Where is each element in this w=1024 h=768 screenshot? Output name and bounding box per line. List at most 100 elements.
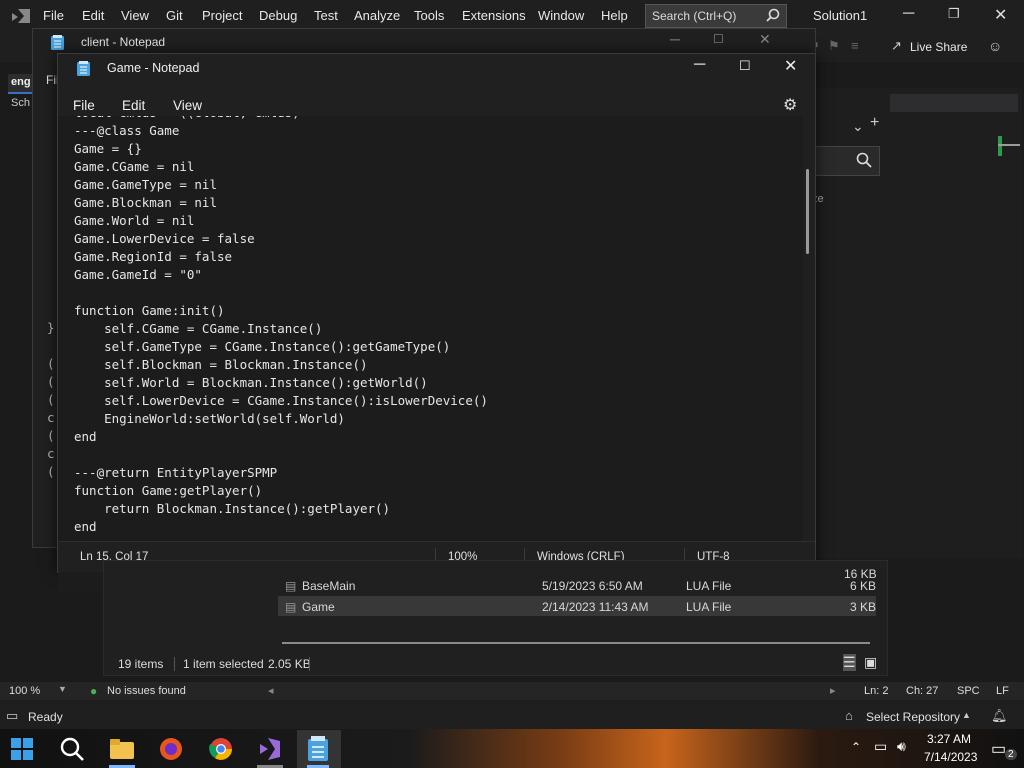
windows-taskbar <box>0 729 1024 768</box>
vs-menu-view[interactable]: View <box>121 8 149 23</box>
tiles-view-icon[interactable]: ▣ <box>864 654 877 671</box>
panel-search-icon[interactable] <box>856 152 872 168</box>
panel-divider <box>998 144 1020 146</box>
search-icon <box>766 8 780 22</box>
panel-header <box>890 94 1018 112</box>
client-close-icon[interactable]: ✕ <box>759 31 771 48</box>
vs-search-placeholder: Search (Ctrl+Q) <box>652 9 737 23</box>
file-type: LUA File <box>686 579 732 593</box>
visual-studio-icon[interactable] <box>257 736 283 762</box>
file-row[interactable]: ▤ BaseMain 5/19/2023 6:50 AM LUA File 6 … <box>104 575 887 595</box>
close-icon[interactable]: ✕ <box>784 56 797 76</box>
maximize-icon[interactable]: ☐ <box>739 58 751 74</box>
vs-close-icon[interactable]: ✕ <box>994 5 1007 25</box>
notepad-taskbar-icon[interactable] <box>307 736 333 762</box>
vs-doc-tab[interactable]: eng <box>8 74 35 94</box>
windows-start-icon[interactable] <box>10 737 36 763</box>
minimize-icon[interactable]: ─ <box>694 56 705 74</box>
vertical-scrollbar[interactable] <box>806 169 809 254</box>
solution-panel: ⌄ + ze <box>812 88 1022 558</box>
chrome-icon[interactable] <box>208 736 234 762</box>
vs-menu-tools[interactable]: Tools <box>414 8 444 23</box>
feedback-icon[interactable]: ☺ <box>988 38 1002 54</box>
file-explorer-icon[interactable] <box>109 737 135 763</box>
horizontal-scrollbar[interactable] <box>282 642 870 644</box>
zoom-dropdown-icon[interactable]: ▼ <box>58 684 67 694</box>
notification-center-icon[interactable]: ▭ <box>991 739 1006 759</box>
explorer-selected-count: 1 item selected <box>183 657 264 671</box>
status-separator <box>309 657 310 671</box>
file-row-selected[interactable]: ▤ Game 2/14/2023 11:43 AM LUA File 3 KB <box>278 596 876 616</box>
notification-bell-icon[interactable]: 🔔︎ <box>991 708 1008 724</box>
file-type: LUA File <box>686 600 732 614</box>
text-editor[interactable]: local Gmlds = ((Global, Gmlds) ---@class… <box>58 116 803 594</box>
vs-menu-extensions[interactable]: Extensions <box>462 8 526 23</box>
vs-menu-file[interactable]: File <box>43 8 64 23</box>
vs-zoom[interactable]: 100 % <box>9 685 40 697</box>
vs-menu-debug[interactable]: Debug <box>259 8 297 23</box>
vs-line-ending: LF <box>996 685 1009 697</box>
output-window-icon[interactable]: ▭ <box>6 708 18 724</box>
vs-menu-edit[interactable]: Edit <box>82 8 104 23</box>
search-icon[interactable] <box>59 736 85 762</box>
vs-spacing: SPC <box>957 685 980 697</box>
tray-chevron-up-icon[interactable]: ⌃ <box>851 740 861 754</box>
explorer-item-count: 19 items <box>118 657 164 671</box>
file-size: 3 KB <box>850 600 877 614</box>
clock-date[interactable]: 7/14/2023 <box>924 750 977 764</box>
menu-edit[interactable]: Edit <box>122 98 145 113</box>
file-date: 5/19/2023 6:50 AM <box>542 579 643 593</box>
editor-content: local Gmlds = ((Global, Gmlds) ---@class… <box>74 116 488 534</box>
chevron-up-icon[interactable]: ▲ <box>962 710 971 720</box>
vs-menu-test[interactable]: Test <box>314 8 338 23</box>
notepad-icon <box>77 61 90 76</box>
change-marker <box>998 136 1002 156</box>
game-notepad-window[interactable]: Game - Notepad ─ ☐ ✕ File Edit View ⚙ lo… <box>57 53 816 594</box>
file-name: Game <box>302 600 335 614</box>
vs-editor-status: 100 % ▼ ● No issues found ◂ ▸ Ln: 2 Ch: … <box>0 682 1024 700</box>
vs-column: Ch: 27 <box>906 685 939 697</box>
vs-menu-window[interactable]: Window <box>538 8 584 23</box>
vs-left-item: Sch <box>11 97 30 109</box>
client-maximize-icon[interactable]: ☐ <box>713 32 724 46</box>
vs-menu-project[interactable]: Project <box>202 8 242 23</box>
vs-issues-status[interactable]: No issues found <box>107 685 186 697</box>
vs-menu-help[interactable]: Help <box>601 8 628 23</box>
menu-file[interactable]: File <box>73 98 95 113</box>
vs-search-box[interactable]: Search (Ctrl+Q) <box>645 4 787 28</box>
chevron-down-icon[interactable]: ⌄ <box>852 118 864 135</box>
menu-view[interactable]: View <box>173 98 202 113</box>
clock-time[interactable]: 3:27 AM <box>927 732 971 746</box>
vs-minimize-icon[interactable]: ─ <box>903 5 914 23</box>
live-share-icon: ↗ <box>891 38 902 53</box>
vs-menu-git[interactable]: Git <box>166 8 183 23</box>
vs-statusbar: ▭ Ready ⌂ Select Repository ▲ 🔔︎ <box>0 705 1024 729</box>
volume-icon[interactable]: 🔊︎ <box>897 738 906 755</box>
file-date: 2/14/2023 11:43 AM <box>542 600 649 614</box>
vs-restore-icon[interactable]: ❐ <box>948 6 960 22</box>
file-icon: ▤ <box>285 600 297 614</box>
bookmark3-icon[interactable]: ⚑ <box>828 38 840 54</box>
live-share-button[interactable]: Live Share <box>910 40 967 54</box>
client-code-fragment: }(((c(c( <box>47 320 55 479</box>
file-explorer: 16 KB ▤ BaseMain 5/19/2023 6:50 AM LUA F… <box>103 560 888 676</box>
vs-menu-analyze[interactable]: Analyze <box>354 8 400 23</box>
client-minimize-icon[interactable]: ─ <box>670 31 680 47</box>
details-view-icon[interactable]: ☰ <box>843 654 856 671</box>
select-repository-button[interactable]: Select Repository <box>866 710 960 724</box>
file-icon: ▤ <box>285 579 297 593</box>
scroll-left-icon[interactable]: ◂ <box>268 684 274 697</box>
toolbar-more-icon[interactable]: ≡ <box>851 38 859 53</box>
check-circle-icon: ● <box>90 684 98 698</box>
status-separator <box>174 657 175 671</box>
vs-line: Ln: 2 <box>864 685 889 697</box>
network-icon[interactable]: ▭ <box>874 738 887 755</box>
settings-gear-icon[interactable]: ⚙ <box>783 95 797 115</box>
firefox-icon[interactable] <box>158 736 184 762</box>
client-window-title: client - Notepad <box>81 35 166 49</box>
scroll-right-icon[interactable]: ▸ <box>830 684 836 697</box>
vs-solution-name: Solution1 <box>813 8 868 23</box>
notepad-icon <box>51 35 64 50</box>
vs-ready-status: Ready <box>28 710 63 724</box>
add-icon[interactable]: + <box>870 114 879 132</box>
